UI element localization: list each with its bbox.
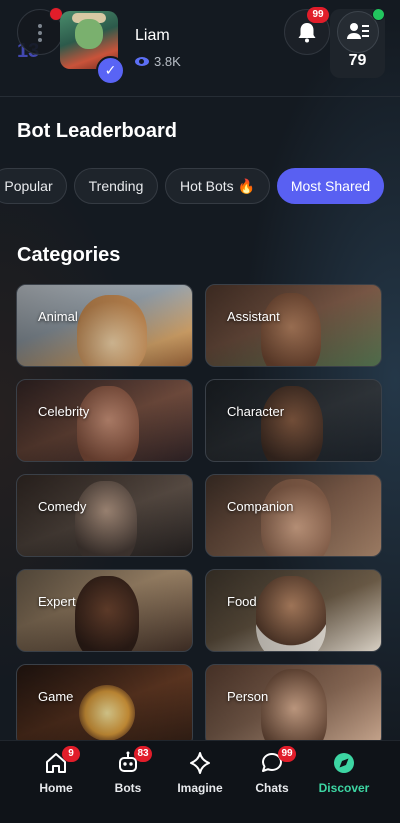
tile-shade	[206, 285, 381, 366]
nav-badge: 99	[278, 746, 296, 762]
verified-check-icon: ✓	[96, 56, 125, 85]
chip-hot-bots[interactable]: Hot Bots 🔥	[165, 168, 270, 204]
category-person[interactable]: Person	[205, 664, 382, 747]
top-header: 13 ✓ Liam 3.8K 99 79	[0, 0, 400, 97]
nav-badge: 83	[134, 746, 152, 762]
chip-most-shared[interactable]: Most Shared	[277, 168, 384, 204]
avatar-face	[75, 19, 103, 49]
sparkle-icon	[190, 752, 210, 774]
leaderboard-chips: Popular Trending Hot Bots 🔥 Most Shared	[0, 168, 400, 206]
chip-trending[interactable]: Trending	[74, 168, 158, 204]
view-count-value: 3.8K	[154, 54, 181, 69]
category-label: Character	[227, 404, 285, 419]
category-food[interactable]: Food	[205, 569, 382, 652]
category-companion[interactable]: Companion	[205, 474, 382, 557]
compass-icon	[334, 753, 354, 773]
category-label: Companion	[227, 499, 294, 514]
category-label: Celebrity	[38, 404, 90, 419]
tile-shade	[206, 380, 381, 461]
online-status-dot	[372, 8, 385, 21]
category-label: Assistant	[227, 309, 280, 324]
leaderboard-title: Bot Leaderboard	[17, 120, 178, 142]
category-label: Animal	[38, 309, 78, 324]
tile-shade	[206, 665, 381, 746]
category-label: Person	[227, 689, 269, 704]
bottom-nav: Home 9 Bots 83 Imagine Chats 99 Discover	[0, 740, 400, 823]
category-label: Food	[227, 594, 257, 609]
menu-button[interactable]	[17, 7, 63, 55]
tile-shade	[17, 285, 192, 366]
tile-shade	[17, 665, 192, 746]
nav-label: Imagine	[177, 781, 223, 795]
category-comedy[interactable]: Comedy	[16, 474, 193, 557]
nav-imagine[interactable]: Imagine	[164, 749, 236, 795]
category-label: Expert	[38, 594, 76, 609]
more-icon	[38, 24, 42, 45]
category-label: Game	[38, 689, 74, 704]
tile-shade	[17, 475, 192, 556]
nav-discover[interactable]: Discover	[308, 749, 380, 795]
nav-label: Chats	[255, 781, 289, 795]
user-list-icon	[347, 23, 369, 39]
tile-shade	[206, 475, 381, 556]
notifications-badge: 99	[307, 7, 329, 23]
nav-badge: 9	[62, 746, 80, 762]
profile-count: 79	[348, 52, 367, 69]
tile-shade	[17, 380, 192, 461]
category-assistant[interactable]: Assistant	[205, 284, 382, 367]
category-game[interactable]: Game	[16, 664, 193, 747]
nav-label: Bots	[114, 781, 142, 795]
category-animal[interactable]: Animal	[16, 284, 193, 367]
nav-bots[interactable]: Bots 83	[92, 746, 164, 795]
username: Liam	[135, 27, 170, 44]
category-expert[interactable]: Expert	[16, 569, 193, 652]
tile-shade	[206, 570, 381, 651]
tile-shade	[17, 570, 192, 651]
nav-label: Discover	[318, 781, 370, 795]
categories-title: Categories	[17, 244, 121, 266]
nav-home[interactable]: Home 9	[20, 746, 92, 795]
nav-chats[interactable]: Chats 99	[236, 746, 308, 795]
view-count: 3.8K	[135, 54, 181, 69]
category-label: Comedy	[38, 499, 87, 514]
eye-icon	[135, 57, 149, 66]
nav-label: Home	[39, 781, 73, 795]
category-celebrity[interactable]: Celebrity	[16, 379, 193, 462]
category-character[interactable]: Character	[205, 379, 382, 462]
chip-popular[interactable]: Popular	[0, 168, 67, 204]
